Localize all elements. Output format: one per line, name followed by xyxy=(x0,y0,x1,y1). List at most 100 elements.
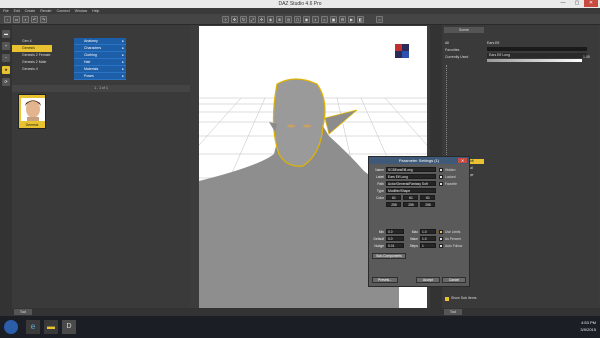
window-title: DAZ Studio 4.6 Pro xyxy=(278,1,322,7)
remove-icon[interactable]: − xyxy=(2,54,10,62)
title-bar: DAZ Studio 4.6 Pro — ▢ ✕ xyxy=(0,0,600,8)
tree-item-genesis-4[interactable]: Genesis 4 xyxy=(12,66,52,73)
slider-value[interactable]: 1.00 xyxy=(583,55,590,60)
path-field[interactable]: Actor/General/Fantasy Soft xyxy=(386,181,436,186)
light-icon[interactable]: ☼ xyxy=(321,16,328,23)
search-label: Ears Elf xyxy=(487,41,500,45)
tab-scene[interactable]: Scene xyxy=(444,27,484,33)
category-anatomy[interactable]: Anatomy ▸ xyxy=(74,38,126,45)
category-hair[interactable]: Hair ▸ xyxy=(74,59,126,66)
favorite-icon[interactable]: ★ xyxy=(2,66,10,74)
tree-item-genesis-2-male[interactable]: Genesis 2 Male xyxy=(12,59,52,66)
color2-b[interactable]: 255 xyxy=(420,202,435,207)
default-field[interactable]: 0.0 xyxy=(386,236,404,241)
category-materials[interactable]: Materials ▸ xyxy=(74,66,126,73)
universal-tool-icon[interactable]: ✣ xyxy=(258,16,265,23)
value-label: Value xyxy=(409,237,418,241)
dialog-title: Parameter Settings (1) xyxy=(369,157,469,164)
color-g[interactable]: 61 xyxy=(403,195,418,200)
browser-icon[interactable]: e xyxy=(26,320,40,334)
node-weight-icon[interactable]: ◈ xyxy=(267,16,274,23)
category-characters[interactable]: Characters ▸ xyxy=(74,45,126,52)
open-icon[interactable]: ▭ xyxy=(13,16,20,23)
start-button[interactable] xyxy=(4,320,18,334)
refresh-icon[interactable]: ⟳ xyxy=(2,78,10,86)
tree-item-genesis[interactable]: Genesis xyxy=(12,45,52,52)
undo-icon[interactable]: ↶ xyxy=(31,16,38,23)
rotate-tool-icon[interactable]: ↻ xyxy=(240,16,247,23)
maximize-button[interactable]: ▢ xyxy=(570,0,584,7)
cancel-button[interactable]: Cancel xyxy=(442,277,466,283)
color-label: Color xyxy=(376,196,384,200)
surface-selection-icon[interactable]: ◎ xyxy=(285,16,292,23)
hidden-checkbox[interactable] xyxy=(439,168,443,172)
name-field[interactable]: SCBEarsElfLong xyxy=(386,167,436,172)
value-field[interactable]: 1.0 xyxy=(420,236,436,241)
select-tool-icon[interactable]: ⊹ xyxy=(222,16,229,23)
search-input[interactable] xyxy=(487,47,587,51)
aux-viewport-icon[interactable]: ▣ xyxy=(330,16,337,23)
daz-taskbar-icon[interactable]: D xyxy=(62,320,76,334)
label-field[interactable]: Ears Elf Long xyxy=(386,174,436,179)
show-sub-items-label: Show Sub Items xyxy=(451,296,477,300)
new-scene-icon[interactable]: ▫ xyxy=(4,16,11,23)
type-field[interactable]: Modifier/Shape xyxy=(386,188,436,193)
render-icon[interactable]: ▶ xyxy=(348,16,355,23)
max-field[interactable]: 1.0 xyxy=(420,229,436,234)
auto-follow-label: Auto Follow xyxy=(445,244,463,248)
min-field[interactable]: 0.0 xyxy=(386,229,404,234)
type-label: Type xyxy=(376,189,384,193)
primitive-icon[interactable]: ○ xyxy=(376,16,383,23)
tree-item-genesis-2-female[interactable]: Genesis 2 Female xyxy=(12,52,52,59)
as-percent-checkbox[interactable] xyxy=(439,237,443,241)
tree-item-gen4[interactable]: Gen 4 xyxy=(12,38,52,45)
clock-date: 3/9/2015 xyxy=(580,327,596,332)
presets-button[interactable]: Presets... xyxy=(372,277,398,283)
translate-tool-icon[interactable]: ✥ xyxy=(231,16,238,23)
color-b[interactable]: 61 xyxy=(420,195,435,200)
filter-all[interactable]: All xyxy=(445,41,449,46)
auto-follow-checkbox[interactable] xyxy=(439,244,443,248)
show-sub-items-checkbox[interactable] xyxy=(445,297,449,301)
color-r[interactable]: 61 xyxy=(386,195,401,200)
color2-r[interactable]: 255 xyxy=(386,202,401,207)
joint-editor-icon[interactable]: ⊕ xyxy=(276,16,283,23)
spot-render-icon[interactable]: ◉ xyxy=(303,16,310,23)
favorite-checkbox[interactable] xyxy=(439,182,443,186)
preview-icon[interactable]: ◧ xyxy=(357,16,364,23)
slider-label: Ears Elf Long xyxy=(487,53,587,58)
folder-icon[interactable]: ▬ xyxy=(2,30,10,38)
add-icon[interactable]: + xyxy=(2,42,10,50)
value-slider[interactable] xyxy=(487,59,582,62)
minimize-button[interactable]: — xyxy=(556,0,570,7)
sub-components-button[interactable]: Sub-Components xyxy=(372,253,406,259)
nudge-field[interactable]: 0.01 xyxy=(386,243,404,248)
color2-g[interactable]: 255 xyxy=(403,202,418,207)
steps-field[interactable]: 1 xyxy=(420,243,436,248)
tab-tool-right[interactable]: Tool xyxy=(444,309,462,315)
dialog-close-button[interactable]: ✕ xyxy=(458,158,467,163)
save-icon[interactable]: ▪ xyxy=(22,16,29,23)
accept-button[interactable]: Accept xyxy=(416,277,440,283)
filter-currently-used[interactable]: Currently Used xyxy=(445,55,468,60)
scale-tool-icon[interactable]: ⤢ xyxy=(249,16,256,23)
render-settings-icon[interactable]: ⚙ xyxy=(339,16,346,23)
view-cube[interactable] xyxy=(395,44,409,58)
genesis-thumbnail[interactable]: Genesis xyxy=(18,94,46,129)
locked-checkbox[interactable] xyxy=(439,175,443,179)
use-limits-checkbox[interactable] xyxy=(439,230,443,234)
chevron-right-icon: ▸ xyxy=(122,46,124,50)
camera-icon[interactable]: ◐ xyxy=(312,16,319,23)
tab-tool[interactable]: Tool xyxy=(14,309,32,315)
category-poses[interactable]: Poses ▸ xyxy=(74,73,126,80)
close-button[interactable]: ✕ xyxy=(584,0,598,7)
min-label: Min xyxy=(378,230,384,234)
as-percent-label: As Percent xyxy=(445,237,462,241)
folder-taskbar-icon[interactable]: ▬ xyxy=(44,320,58,334)
geometry-editor-icon[interactable]: ⬡ xyxy=(294,16,301,23)
category-clothing[interactable]: Clothing ▸ xyxy=(74,52,126,59)
default-label: Default xyxy=(373,237,384,241)
redo-icon[interactable]: ↷ xyxy=(40,16,47,23)
filter-favorites[interactable]: Favorites xyxy=(445,48,459,53)
taskbar: e ▬ D 4:53 PM 3/9/2015 xyxy=(0,316,600,338)
